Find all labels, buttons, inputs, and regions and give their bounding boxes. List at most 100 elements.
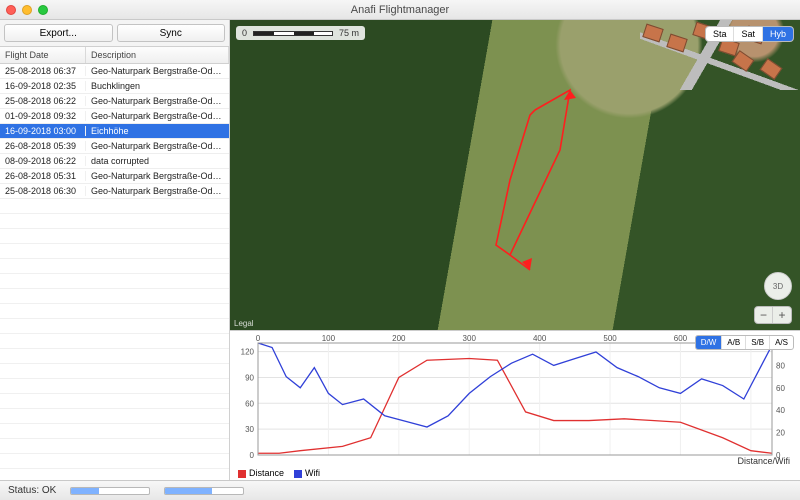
table-row[interactable]: 08-09-2018 06:22data corrupted — [0, 154, 229, 169]
cell-desc: Geo-Naturpark Bergstraße-Odenwald — [86, 171, 229, 181]
col-description[interactable]: Description — [86, 47, 229, 63]
table-row-empty — [0, 364, 229, 379]
chart-axis-label: Distance/Wifi — [737, 456, 790, 466]
map-type-segmented: StaSatHyb — [705, 26, 794, 42]
svg-text:120: 120 — [241, 348, 255, 357]
chartmode-a-s[interactable]: A/S — [770, 336, 793, 349]
cell-desc: Geo-Naturpark Bergstraße-Odenwald — [86, 111, 229, 121]
svg-text:500: 500 — [603, 334, 617, 343]
cell-date: 01-09-2018 09:32 — [0, 111, 86, 121]
chartmode-s-b[interactable]: S/B — [746, 336, 770, 349]
table-row[interactable]: 16-09-2018 02:35Buchklingen — [0, 79, 229, 94]
table-row-empty — [0, 259, 229, 274]
table-row[interactable]: 26-08-2018 05:39Geo-Naturpark Bergstraße… — [0, 139, 229, 154]
maptype-hyb[interactable]: Hyb — [763, 27, 793, 41]
table-row-empty — [0, 349, 229, 364]
compass-button[interactable]: 3D — [764, 272, 792, 300]
table-header: Flight Date Description — [0, 47, 229, 64]
cell-desc: Geo-Naturpark Bergstraße-Odenwald — [86, 141, 229, 151]
cell-desc: Buchklingen — [86, 81, 229, 91]
cell-date: 26-08-2018 05:39 — [0, 141, 86, 151]
progress-1 — [70, 487, 150, 495]
table-row[interactable]: 16-09-2018 03:00Eichhöhe — [0, 124, 229, 139]
table-row-empty — [0, 199, 229, 214]
table-row-empty — [0, 454, 229, 469]
maptype-sta[interactable]: Sta — [706, 27, 735, 41]
cell-date: 25-08-2018 06:37 — [0, 66, 86, 76]
minimize-icon[interactable] — [22, 5, 32, 15]
table-row[interactable]: 25-08-2018 06:37Geo-Naturpark Bergstraße… — [0, 64, 229, 79]
progress-2 — [164, 487, 244, 495]
maptype-sat[interactable]: Sat — [734, 27, 763, 41]
svg-text:20: 20 — [776, 429, 785, 438]
table-row-empty — [0, 319, 229, 334]
chart-legend: Distance Wifi — [238, 468, 320, 478]
chart-canvas: 0306090120020406080100010020030040050060… — [230, 331, 800, 479]
cell-desc: Geo-Naturpark Bergstraße-Odenwald — [86, 186, 229, 196]
cell-desc: Geo-Naturpark Bergstraße-Odenwald — [86, 96, 229, 106]
chartmode-a-b[interactable]: A/B — [722, 336, 746, 349]
flight-table-body: 25-08-2018 06:37Geo-Naturpark Bergstraße… — [0, 64, 229, 480]
zoom-icon[interactable] — [38, 5, 48, 15]
map-attribution[interactable]: Legal — [234, 319, 254, 328]
window-controls — [6, 5, 48, 15]
window-titlebar: Anafi Flightmanager — [0, 0, 800, 20]
svg-text:60: 60 — [776, 384, 785, 393]
table-row[interactable]: 01-09-2018 09:32Geo-Naturpark Bergstraße… — [0, 109, 229, 124]
svg-text:60: 60 — [245, 399, 254, 408]
svg-text:600: 600 — [674, 334, 688, 343]
satellite-map[interactable]: 0 75 m StaSatHyb 3D − + Legal — [230, 20, 800, 330]
cell-date: 25-08-2018 06:22 — [0, 96, 86, 106]
svg-text:400: 400 — [533, 334, 547, 343]
svg-text:90: 90 — [245, 373, 254, 382]
map-scalebar: 0 75 m — [236, 26, 365, 40]
legend-item: Distance — [238, 468, 284, 478]
sidebar: Export... Sync Flight Date Description 2… — [0, 20, 230, 480]
svg-text:30: 30 — [245, 425, 254, 434]
svg-text:80: 80 — [776, 361, 785, 370]
sidebar-toolbar: Export... Sync — [0, 20, 229, 47]
svg-text:100: 100 — [322, 334, 336, 343]
cell-date: 16-09-2018 03:00 — [0, 126, 86, 136]
zoom-in-button[interactable]: + — [773, 307, 791, 323]
table-row-empty — [0, 244, 229, 259]
chartmode-d-w[interactable]: D/W — [696, 336, 723, 349]
table-row[interactable]: 25-08-2018 06:22Geo-Naturpark Bergstraße… — [0, 94, 229, 109]
cell-date: 26-08-2018 05:31 — [0, 171, 86, 181]
chart-mode-segmented: D/WA/BS/BA/S — [695, 335, 794, 350]
table-row-empty — [0, 379, 229, 394]
table-row-empty — [0, 214, 229, 229]
legend-item: Wifi — [294, 468, 320, 478]
close-icon[interactable] — [6, 5, 16, 15]
svg-text:40: 40 — [776, 406, 785, 415]
zoom-out-button[interactable]: − — [755, 307, 773, 323]
table-row-empty — [0, 394, 229, 409]
status-bar: Status: OK — [0, 480, 800, 500]
svg-text:0: 0 — [256, 334, 261, 343]
cell-desc: Eichhöhe — [86, 126, 229, 136]
status-text: Status: OK — [8, 485, 56, 496]
map-zoom-controls: − + — [754, 306, 792, 324]
cell-date: 25-08-2018 06:30 — [0, 186, 86, 196]
table-row-empty — [0, 469, 229, 480]
table-row-empty — [0, 439, 229, 454]
table-row-empty — [0, 304, 229, 319]
main-panel: 0 75 m StaSatHyb 3D − + Legal 0 30 60 90 120… — [230, 20, 800, 480]
telemetry-chart: 0306090120020406080100010020030040050060… — [230, 330, 800, 480]
svg-text:300: 300 — [463, 334, 477, 343]
col-flight-date[interactable]: Flight Date — [0, 47, 86, 63]
cell-date: 08-09-2018 06:22 — [0, 156, 86, 166]
sync-button[interactable]: Sync — [117, 24, 226, 42]
table-row-empty — [0, 409, 229, 424]
window-title: Anafi Flightmanager — [0, 4, 800, 16]
table-row[interactable]: 26-08-2018 05:31Geo-Naturpark Bergstraße… — [0, 169, 229, 184]
table-row-empty — [0, 424, 229, 439]
table-row-empty — [0, 274, 229, 289]
table-row-empty — [0, 229, 229, 244]
cell-desc: data corrupted — [86, 156, 229, 166]
svg-text:0: 0 — [250, 451, 255, 460]
export-button[interactable]: Export... — [4, 24, 113, 42]
cell-desc: Geo-Naturpark Bergstraße-Odenwald — [86, 66, 229, 76]
table-row[interactable]: 25-08-2018 06:30Geo-Naturpark Bergstraße… — [0, 184, 229, 199]
svg-text:200: 200 — [392, 334, 406, 343]
